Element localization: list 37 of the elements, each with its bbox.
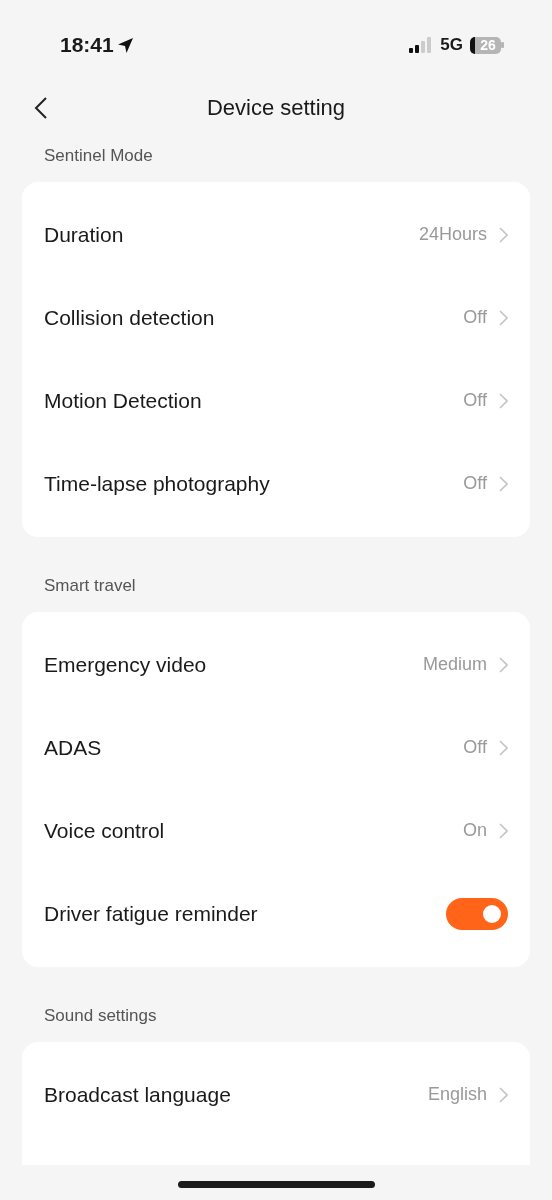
back-icon[interactable]: [34, 97, 48, 119]
setting-value: Off: [463, 737, 487, 758]
clock-time: 18:41: [60, 33, 114, 57]
setting-label: ADAS: [44, 735, 103, 760]
setting-label: Time-lapse photography: [44, 471, 271, 496]
setting-label: Motion Detection: [44, 388, 203, 413]
chevron-right-icon[interactable]: [499, 309, 508, 326]
section-header: Sound settings: [43, 1006, 158, 1027]
toggle-switch[interactable]: [446, 897, 508, 930]
setting-value: On: [463, 820, 487, 841]
chevron-right-icon[interactable]: [499, 1086, 508, 1103]
chevron-right-icon[interactable]: [499, 475, 508, 492]
setting-value: Off: [463, 307, 487, 328]
chevron-right-icon[interactable]: [499, 739, 508, 756]
chevron-right-icon[interactable]: [499, 822, 508, 839]
battery-icon: 26: [470, 36, 501, 54]
setting-value: Medium: [422, 654, 487, 675]
setting-value: Off: [463, 473, 487, 494]
battery-tip-icon: [501, 42, 504, 48]
setting-value: 24Hours: [418, 224, 487, 245]
page-title: Device setting: [206, 95, 346, 121]
setting-label: Voice control: [44, 818, 166, 843]
signal-icon: [409, 37, 434, 53]
setting-label: Driver fatigue reminder: [44, 901, 259, 926]
setting-label: Duration: [44, 222, 125, 247]
setting-value: Off: [463, 390, 487, 411]
section-header: Sentinel Mode: [43, 146, 154, 167]
chevron-right-icon[interactable]: [499, 226, 508, 243]
location-arrow-icon: [116, 36, 134, 54]
chevron-right-icon[interactable]: [499, 656, 508, 673]
setting-label: Broadcast language: [44, 1082, 232, 1107]
network-label: 5G: [440, 35, 463, 55]
chevron-right-icon[interactable]: [499, 392, 508, 409]
setting-label: Emergency video: [44, 652, 208, 677]
setting-label: Collision detection: [44, 305, 216, 330]
section-header: Smart travel: [43, 576, 137, 597]
setting-value: English: [427, 1084, 487, 1105]
